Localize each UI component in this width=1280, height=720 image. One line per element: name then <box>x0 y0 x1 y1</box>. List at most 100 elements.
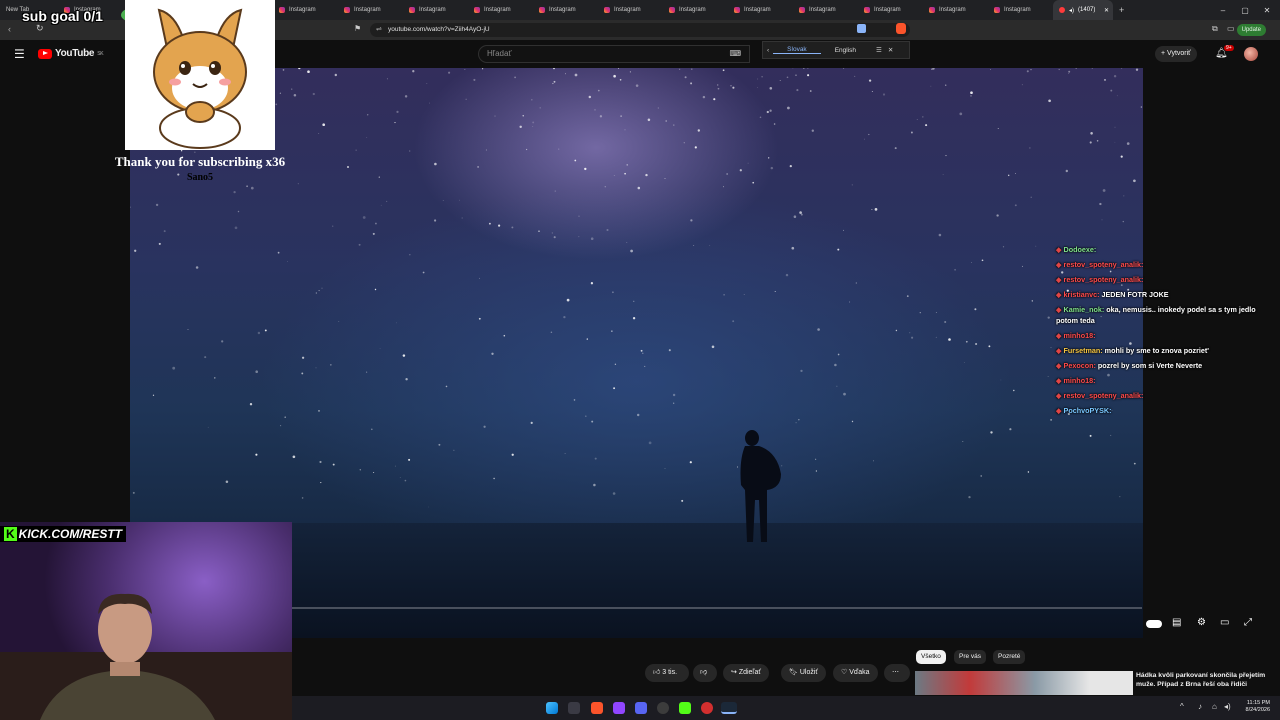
browser-tab[interactable]: Instagram <box>468 0 533 20</box>
star <box>1009 428 1012 431</box>
wallet-icon[interactable]: ▭ <box>1227 24 1235 33</box>
browser-tab[interactable]: Instagram <box>273 0 338 20</box>
microphone-icon[interactable]: ♪ <box>1198 702 1202 711</box>
volume-icon[interactable]: ◂) <box>1224 702 1231 711</box>
map-pin-icon[interactable] <box>701 702 713 714</box>
star <box>586 338 588 340</box>
save-button[interactable]: 🔖︎ Uložiť <box>781 664 827 682</box>
discord-icon[interactable] <box>635 702 647 714</box>
twitch-icon[interactable] <box>613 702 625 714</box>
browser-tab[interactable]: Instagram <box>793 0 858 20</box>
steam-icon[interactable] <box>721 702 737 714</box>
active-tab[interactable]: ◂) (1407) ✕ <box>1053 0 1113 20</box>
star <box>1089 434 1092 437</box>
kick-app-icon[interactable] <box>679 702 691 714</box>
browser-tab[interactable]: Instagram <box>403 0 468 20</box>
star <box>944 320 947 324</box>
star <box>1090 132 1093 135</box>
browser-tab[interactable]: Instagram <box>728 0 793 20</box>
translate-back-icon[interactable]: ‹ <box>763 47 773 54</box>
star <box>1135 68 1139 71</box>
network-icon[interactable]: ⌂ <box>1212 702 1217 711</box>
star <box>488 222 491 225</box>
star <box>971 262 972 264</box>
update-button[interactable]: Update <box>1236 24 1266 36</box>
tray-chevron-icon[interactable]: ^ <box>1180 702 1184 711</box>
star <box>448 71 451 74</box>
recommendation-title[interactable]: Hádka kvôli parkovaní skončila přejetím … <box>1136 671 1276 689</box>
youtube-logo[interactable]: YouTube SK <box>38 48 104 59</box>
browser-tab[interactable]: Instagram <box>663 0 728 20</box>
close-window-icon[interactable]: ✕ <box>1256 0 1278 20</box>
star <box>684 76 687 79</box>
chat-username: Pexocon: <box>1063 361 1096 370</box>
maximize-icon[interactable]: ▢ <box>1234 0 1256 20</box>
star <box>945 84 947 86</box>
like-button[interactable]: 👍︎ 3 tis. <box>645 664 689 682</box>
avatar[interactable] <box>1244 47 1258 61</box>
source-language-tab[interactable]: Slovak <box>773 46 821 54</box>
autoplay-toggle[interactable] <box>1146 620 1162 628</box>
translate-close-icon[interactable]: ✕ <box>888 46 893 54</box>
translate-menu-icon[interactable]: ☰ <box>870 46 888 54</box>
star <box>412 70 415 73</box>
browser-tab[interactable]: Instagram <box>338 0 403 20</box>
subtitles-icon[interactable]: ▤ <box>1172 617 1181 628</box>
bookmark-icon[interactable]: ⚑ <box>354 24 361 33</box>
close-tab-icon[interactable]: ✕ <box>1104 7 1109 14</box>
theater-mode-icon[interactable]: ▭ <box>1220 617 1229 628</box>
star <box>551 232 553 234</box>
star <box>624 172 626 175</box>
star <box>590 237 594 240</box>
settings-gear-icon[interactable]: ⚙ <box>1197 617 1206 628</box>
system-clock[interactable]: 11:15 PM 8/24/2026 <box>1238 700 1270 714</box>
star <box>963 361 965 363</box>
chip-watched[interactable]: Pozreté <box>993 650 1026 664</box>
star <box>550 331 553 334</box>
task-view-icon[interactable] <box>568 702 580 714</box>
star <box>759 116 762 119</box>
star <box>990 431 993 434</box>
new-tab-button[interactable]: + <box>1113 0 1133 20</box>
star <box>647 118 651 122</box>
extensions-icon[interactable]: ⧉ <box>1212 24 1218 34</box>
brave-browser-icon[interactable] <box>591 702 603 714</box>
thanks-button[interactable]: ♡ Vďaka <box>833 664 878 682</box>
more-actions-button[interactable]: ⋯ <box>884 664 910 682</box>
chat-username: restov_spoteny_analik: <box>1063 275 1144 284</box>
dislike-button[interactable]: 👎︎ <box>693 664 717 682</box>
fullscreen-icon[interactable]: ⤢ <box>1244 617 1252 628</box>
video-progress-bar[interactable] <box>292 607 1142 609</box>
search-input[interactable]: Hľadať ⌨ <box>478 45 750 63</box>
obs-icon[interactable] <box>657 702 669 714</box>
keyboard-icon[interactable]: ⌨ <box>729 46 741 62</box>
chip-all[interactable]: Všetko <box>916 650 946 664</box>
star <box>280 425 282 427</box>
star <box>942 174 944 175</box>
share-button[interactable]: ↪ Zdieľať <box>723 664 769 682</box>
url-field[interactable]: ⇌ youtube.com/watch?v=Ziih4AyO-jU <box>370 23 910 37</box>
chip-for-you[interactable]: Pre vás <box>954 650 987 664</box>
star <box>478 317 481 320</box>
menu-icon[interactable]: ☰ <box>14 47 25 61</box>
star <box>1104 79 1106 81</box>
back-icon[interactable]: ‹ <box>8 24 11 34</box>
recommendation-thumbnail[interactable] <box>915 671 1133 695</box>
minimize-icon[interactable]: – <box>1212 0 1234 20</box>
browser-tab[interactable]: Instagram <box>533 0 598 20</box>
star <box>633 300 635 302</box>
star <box>293 93 297 97</box>
create-button[interactable]: + Vytvoriť <box>1155 46 1197 62</box>
browser-tab[interactable]: Instagram <box>858 0 923 20</box>
reload-icon[interactable]: ↻ <box>36 23 44 34</box>
browser-tab[interactable]: Instagram <box>598 0 663 20</box>
browser-tab[interactable]: Instagram <box>988 0 1053 20</box>
star <box>1126 142 1130 145</box>
target-language-tab[interactable]: English <box>821 47 870 54</box>
star <box>404 95 408 98</box>
windows-start-icon[interactable] <box>546 702 558 714</box>
browser-tab[interactable]: Instagram <box>923 0 988 20</box>
star <box>301 356 305 359</box>
brave-shield-icon[interactable] <box>896 23 906 34</box>
translate-icon[interactable] <box>857 24 866 33</box>
